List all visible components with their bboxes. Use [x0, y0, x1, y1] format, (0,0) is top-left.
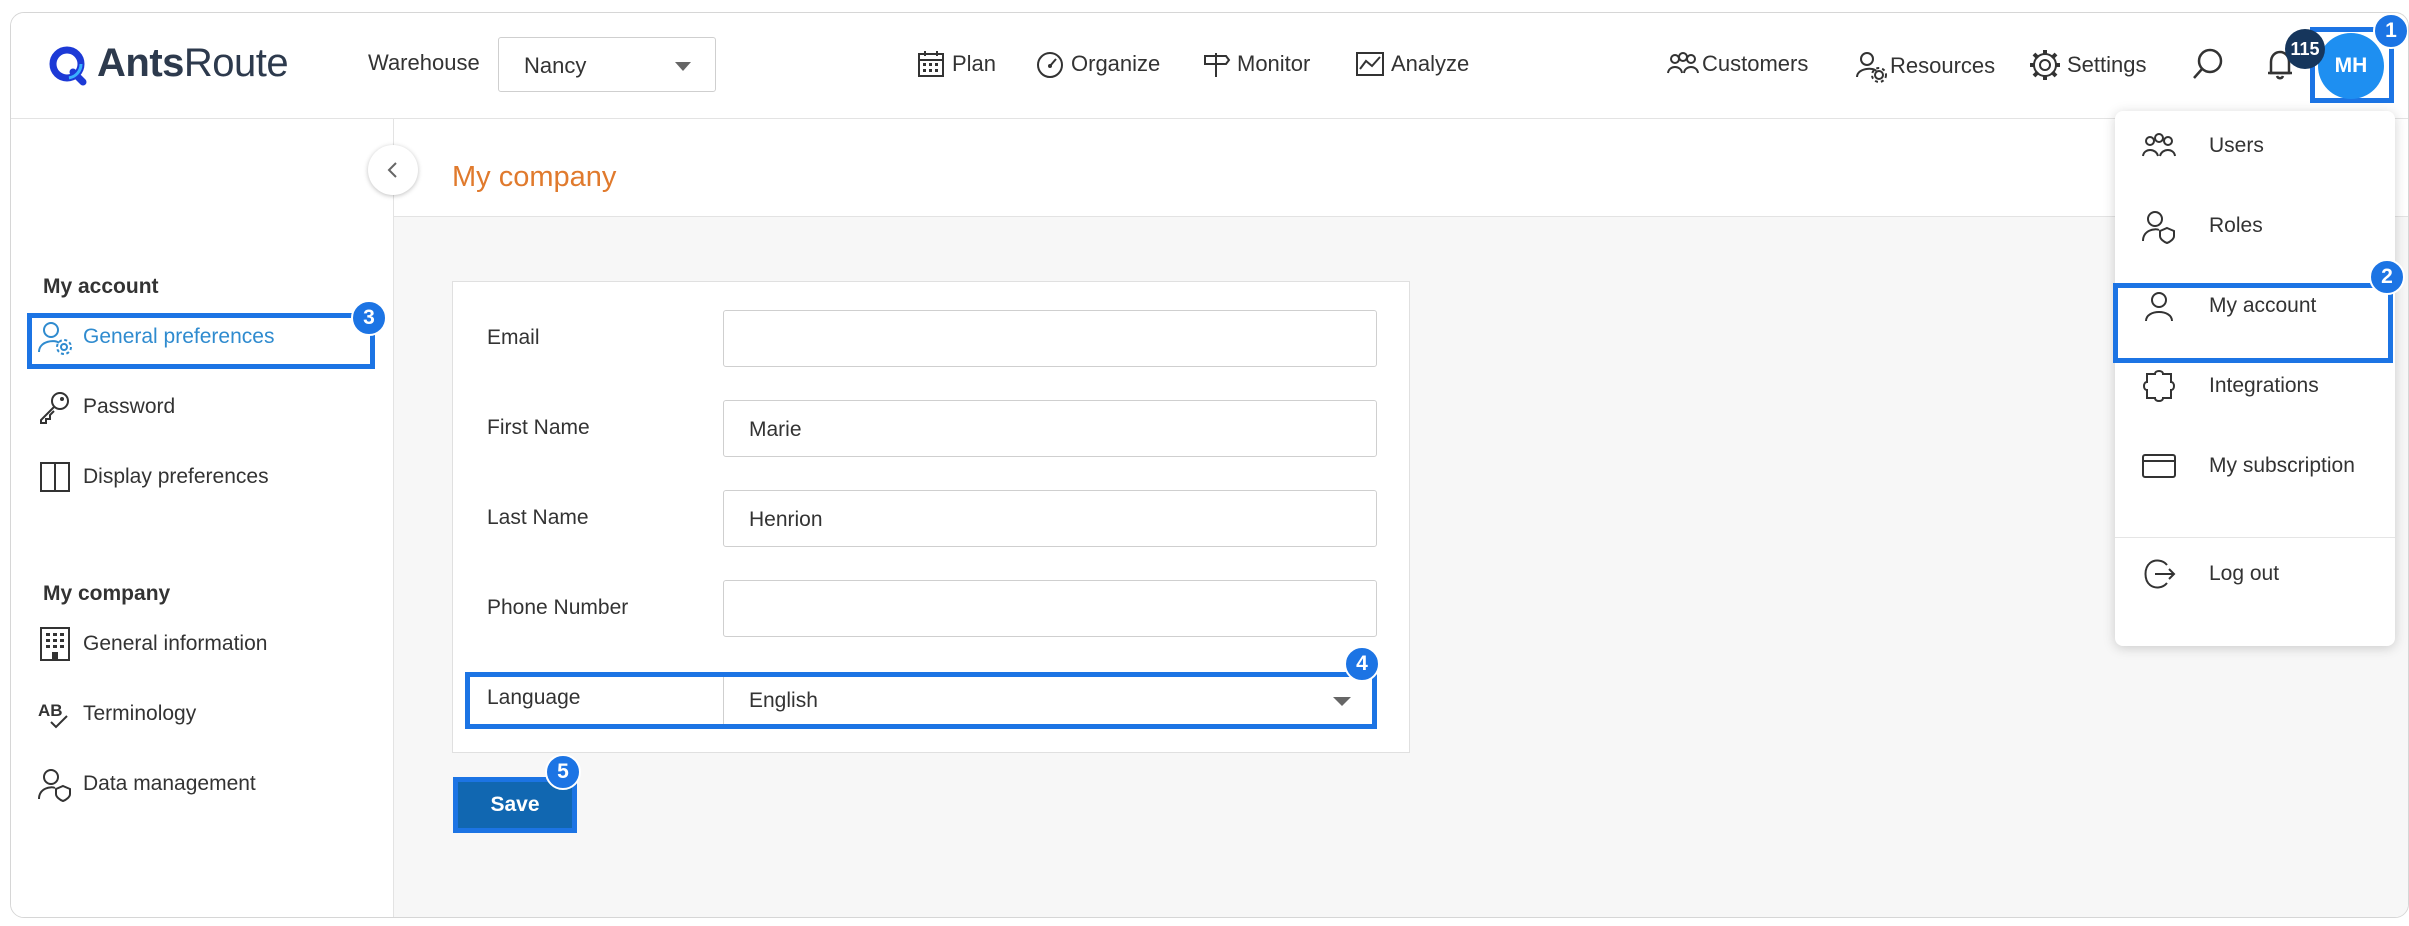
- signpost-icon: [1204, 53, 1231, 77]
- warehouse-select[interactable]: Nancy: [498, 37, 716, 92]
- step-badge-4: 4: [1344, 646, 1380, 682]
- resources-icon: [1856, 52, 1887, 83]
- nav-customers[interactable]: Customers: [1666, 49, 1808, 79]
- email-label: Email: [487, 326, 540, 349]
- highlight-general-preferences: [27, 313, 375, 369]
- sidebar-item-general-information[interactable]: General information: [37, 626, 267, 662]
- highlight-my-account: [2113, 283, 2393, 363]
- users-icon: [2142, 133, 2176, 157]
- section-title-my-company: My company: [43, 582, 171, 605]
- building-icon: [40, 627, 70, 661]
- search-icon: [2193, 48, 2223, 79]
- sidebar-item-display-preferences[interactable]: Display preferences: [37, 459, 269, 495]
- search-button[interactable]: [2191, 47, 2225, 81]
- menu-item-roles[interactable]: Roles: [2115, 191, 2395, 261]
- logout-icon: [2144, 559, 2176, 589]
- sidebar-item-label: General information: [83, 632, 268, 655]
- sidebar-item-label: Data management: [83, 772, 256, 795]
- language-select[interactable]: English: [723, 677, 1373, 724]
- speedometer-icon: [1037, 52, 1063, 78]
- nav-settings-label: Settings: [2067, 52, 2147, 77]
- first-name-field[interactable]: Marie: [723, 400, 1377, 457]
- user-shield-icon: [38, 769, 71, 803]
- card-icon: [2142, 454, 2176, 478]
- menu-item-label: My subscription: [2209, 454, 2355, 477]
- menu-divider: [2115, 537, 2395, 538]
- menu-item-log-out[interactable]: Log out: [2115, 539, 2395, 609]
- key-icon: [40, 392, 69, 424]
- svg-text:AB: AB: [38, 701, 63, 720]
- sidebar-item-label: Password: [83, 395, 176, 418]
- sidebar-item-password[interactable]: Password: [37, 389, 175, 425]
- caret-down-icon: [1333, 697, 1351, 706]
- sidebar-item-terminology[interactable]: AB Terminology: [37, 696, 196, 732]
- app-window: AntsRoute Warehouse Nancy Plan Organize …: [10, 12, 2409, 918]
- nav-customers-label: Customers: [1702, 51, 1809, 76]
- first-name-label: First Name: [487, 416, 590, 439]
- notification-count-badge: 115: [2285, 29, 2325, 69]
- section-title-my-account: My account: [43, 275, 159, 298]
- terminology-icon: AB: [38, 701, 68, 729]
- nav-organize[interactable]: Organize: [1035, 49, 1160, 79]
- logo-icon: [49, 46, 87, 85]
- sidebar-item-label: Display preferences: [83, 465, 269, 488]
- nav-plan[interactable]: Plan: [916, 49, 996, 79]
- gear-icon: [2030, 50, 2060, 80]
- warehouse-label: Warehouse: [368, 50, 480, 75]
- puzzle-icon: [2143, 370, 2175, 402]
- nav-organize-label: Organize: [1071, 51, 1161, 76]
- phone-field[interactable]: [723, 580, 1377, 637]
- main-content: My company Email First Name Marie Last N…: [394, 119, 2408, 917]
- logo[interactable]: AntsRoute: [47, 41, 289, 86]
- page-title: My company: [452, 161, 617, 193]
- sidebar: My account General preferences Password …: [11, 119, 394, 917]
- nav-monitor-label: Monitor: [1237, 51, 1311, 76]
- step-badge-5: 5: [545, 754, 581, 790]
- nav-analyze[interactable]: Analyze: [1355, 49, 1469, 79]
- nav-analyze-label: Analyze: [1391, 51, 1470, 76]
- roles-icon: [2142, 211, 2175, 245]
- caret-down-icon: [675, 62, 691, 71]
- last-name-field[interactable]: Henrion: [723, 490, 1377, 547]
- step-badge-2: 2: [2369, 259, 2405, 295]
- warehouse-value: Nancy: [524, 53, 587, 78]
- account-dropdown-menu: Users Roles My account Integrations My s…: [2115, 111, 2395, 646]
- sidebar-item-data-management[interactable]: Data management: [37, 766, 256, 803]
- phone-label: Phone Number: [487, 596, 629, 619]
- language-label: Language: [487, 686, 581, 709]
- avatar[interactable]: MH: [2318, 33, 2384, 99]
- logo-text: AntsRoute: [97, 41, 289, 85]
- customers-icon: [1667, 52, 1699, 74]
- menu-item-label: Integrations: [2209, 374, 2319, 397]
- nav-monitor[interactable]: Monitor: [1201, 49, 1310, 79]
- menu-item-label: Roles: [2209, 214, 2263, 237]
- email-field[interactable]: [723, 310, 1377, 367]
- menu-item-label: Log out: [2209, 562, 2280, 585]
- sidebar-item-label: Terminology: [83, 702, 197, 725]
- language-value: English: [749, 689, 818, 712]
- step-badge-3: 3: [351, 300, 387, 336]
- nav-plan-label: Plan: [952, 51, 997, 76]
- nav-settings[interactable]: Settings: [2029, 49, 2147, 81]
- chevron-left-icon: [387, 162, 397, 178]
- calendar-icon: [918, 51, 944, 77]
- nav-resources-label: Resources: [1890, 53, 1996, 78]
- columns-icon: [40, 462, 70, 492]
- chart-icon: [1356, 52, 1384, 76]
- page-title-bar: My company: [394, 119, 2408, 217]
- menu-item-users[interactable]: Users: [2115, 111, 2395, 181]
- collapse-sidebar-button[interactable]: [368, 145, 418, 195]
- step-badge-1: 1: [2373, 13, 2408, 49]
- top-header: AntsRoute Warehouse Nancy Plan Organize …: [11, 13, 2408, 119]
- menu-item-my-subscription[interactable]: My subscription: [2115, 431, 2395, 501]
- nav-resources[interactable]: Resources: [1854, 49, 1995, 83]
- last-name-label: Last Name: [487, 506, 589, 529]
- preferences-form: Email First Name Marie Last Name Henrion…: [452, 281, 1410, 753]
- menu-item-label: Users: [2209, 134, 2264, 157]
